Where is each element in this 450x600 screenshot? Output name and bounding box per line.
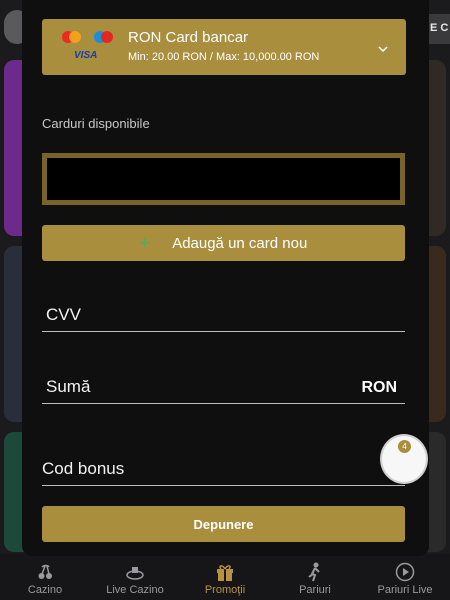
nav-item-pariuri[interactable]: Pariuri [270, 554, 360, 600]
play-circle-icon [395, 562, 415, 582]
chevron-down-icon[interactable] [378, 41, 388, 53]
nav-label: Cazino [27, 584, 63, 596]
gift-icon [215, 562, 235, 582]
deposit-modal: VISA RON Card bancar Min: 20.00 RON / Ma… [22, 0, 429, 556]
nav-label: Promoţii [204, 584, 246, 596]
payment-method-selector[interactable]: VISA RON Card bancar Min: 20.00 RON / Ma… [42, 19, 406, 75]
cvv-field[interactable]: CVV [42, 298, 405, 332]
add-card-button[interactable]: + Adaugă un card nou [42, 225, 405, 261]
card-select-field[interactable] [42, 153, 405, 205]
plus-icon: + [139, 233, 151, 253]
bonus-code-label: Cod bonus [42, 459, 125, 478]
mastercard-logo [62, 31, 82, 45]
cherries-icon [36, 562, 54, 582]
nav-label: Pariuri [299, 584, 331, 596]
currency-suffix: RON [361, 379, 397, 396]
deposit-button[interactable]: Depunere [42, 506, 405, 542]
nav-item-cazino[interactable]: Cazino [0, 554, 90, 600]
add-card-label: Adaugă un card nou [172, 234, 308, 252]
deposit-label: Depunere [193, 516, 254, 532]
maestro-logo [94, 31, 114, 45]
cvv-label: CVV [46, 305, 81, 324]
visa-logo: VISA [74, 50, 98, 61]
amount-field[interactable]: Sumă RON [42, 370, 405, 404]
nav-label: Pariuri Live [377, 584, 433, 596]
nav-item-live-cazino[interactable]: Live Cazino [90, 554, 180, 600]
amount-label: Sumă [46, 377, 91, 396]
chat-badge: 4 [398, 440, 411, 453]
nav-item-pariuri-live[interactable]: Pariuri Live [360, 554, 450, 600]
live-casino-icon [125, 562, 145, 582]
bonus-code-field[interactable]: Cod bonus [42, 452, 405, 486]
background-header-text: E C [426, 14, 450, 44]
nav-item-promotii[interactable]: Promoţii [180, 554, 270, 600]
card-logos: VISA [56, 31, 116, 65]
available-cards-label: Carduri disponibile [42, 116, 150, 131]
payment-method-title: RON Card bancar [128, 29, 249, 46]
payment-method-limits: Min: 20.00 RON / Max: 10,000.00 RON [128, 51, 320, 63]
nav-label: Live Cazino [106, 584, 164, 596]
player-icon [306, 562, 324, 582]
bottom-nav: Cazino Live Cazino Promoţii Pariuri Pari… [0, 554, 450, 600]
chat-button[interactable]: 4 [382, 436, 426, 482]
